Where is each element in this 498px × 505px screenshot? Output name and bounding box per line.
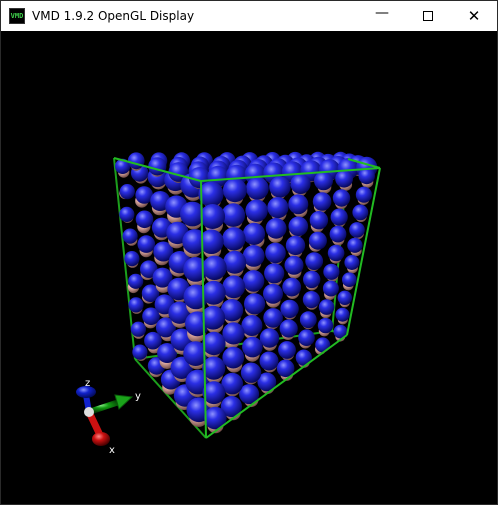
atom-large [264,263,285,284]
atom-large [127,152,145,170]
window-title: VMD 1.9.2 OpenGL Display [32,9,195,23]
atom-large [284,255,304,275]
atom-large [269,176,291,198]
atom-large [132,344,148,360]
atom-large [244,293,266,315]
atom-large [335,169,353,188]
atom-large [299,311,317,329]
atom-large [279,319,298,338]
atom-large [135,210,154,229]
atom-large [282,277,302,297]
atom-large [337,290,352,305]
atom-large [246,177,269,200]
atom-large [323,263,340,280]
atom-large [322,280,339,297]
atom-large [245,199,268,222]
atom-large [263,308,283,328]
close-icon: ✕ [467,6,481,25]
atom-large [355,186,372,203]
maximize-icon [423,11,433,21]
atom-large [347,237,363,253]
atom-large [329,225,347,243]
atom-large [122,228,138,244]
atom-large [309,211,329,230]
atom-large [130,321,146,337]
app-icon-text: VMD [10,11,24,20]
atom-large [119,184,135,200]
atom-large [302,291,320,309]
atom-large [119,206,135,222]
close-button[interactable]: ✕ [451,1,497,31]
atom-large [317,317,334,334]
atom-large [201,305,226,330]
atom-large [200,204,226,229]
molecule-scene[interactable]: z y x [1,31,497,504]
atom-large [352,204,369,221]
atom-large [259,351,279,371]
x-axis-arrowhead [92,432,110,446]
atom-large [342,272,357,287]
atom-large [265,217,287,239]
atom-large [285,235,306,256]
atom-large [148,157,167,176]
atom-large [288,216,309,237]
atom-large [280,299,299,319]
atom-large [222,275,246,299]
title-bar[interactable]: VMD VMD 1.9.2 OpenGL Display — ✕ [1,1,497,31]
axes-indicator: z y x [76,378,141,456]
atom-large [222,178,247,203]
atom-large [223,250,247,274]
window-controls: — ✕ [359,1,497,31]
atom-large [330,208,348,226]
minimize-button[interactable]: — [359,1,405,31]
atom-large [222,322,245,345]
atom-large [242,270,265,292]
atom-large [263,283,283,304]
atom-large [202,331,226,356]
y-axis-label: y [135,391,141,402]
atom-large [305,252,324,270]
atom-large [267,197,289,219]
atom-large [128,273,144,289]
atom-spheres [115,151,378,434]
atom-large [308,231,327,250]
atom-large [201,280,226,305]
z-axis-label: z [85,378,90,389]
atom-large [349,222,365,238]
atom-large [242,336,263,358]
vmd-app-icon[interactable]: VMD [9,8,25,24]
atom-large [222,346,245,369]
atom-large [242,222,266,245]
atom-large [221,203,246,227]
atom-large [332,189,351,207]
atom-large [303,270,321,289]
atom-large [290,173,311,194]
atom-large [288,194,309,215]
atom-large [314,171,333,191]
minimize-icon: — [375,5,389,21]
vmd-display-window: VMD VMD 1.9.2 OpenGL Display — ✕ z y x [0,0,498,505]
atom-large [128,297,144,313]
atom-large [240,362,262,383]
atom-large [344,255,360,270]
atom-large [335,307,350,322]
atom-large [202,255,227,280]
atom-large [298,329,315,347]
maximize-button[interactable] [405,1,451,31]
x-axis-label: x [109,445,115,456]
atom-large [137,235,156,253]
opengl-viewport[interactable]: z y x [1,31,497,504]
atom-large [318,299,335,315]
y-axis-arrowhead [114,394,134,410]
atom-large [265,242,286,264]
atom-large [259,328,280,348]
atom-large [124,251,140,267]
atom-large [312,192,332,211]
atom-large [278,341,296,359]
atom-large [327,244,345,262]
atom-large [222,227,246,251]
axes-origin [84,407,94,417]
